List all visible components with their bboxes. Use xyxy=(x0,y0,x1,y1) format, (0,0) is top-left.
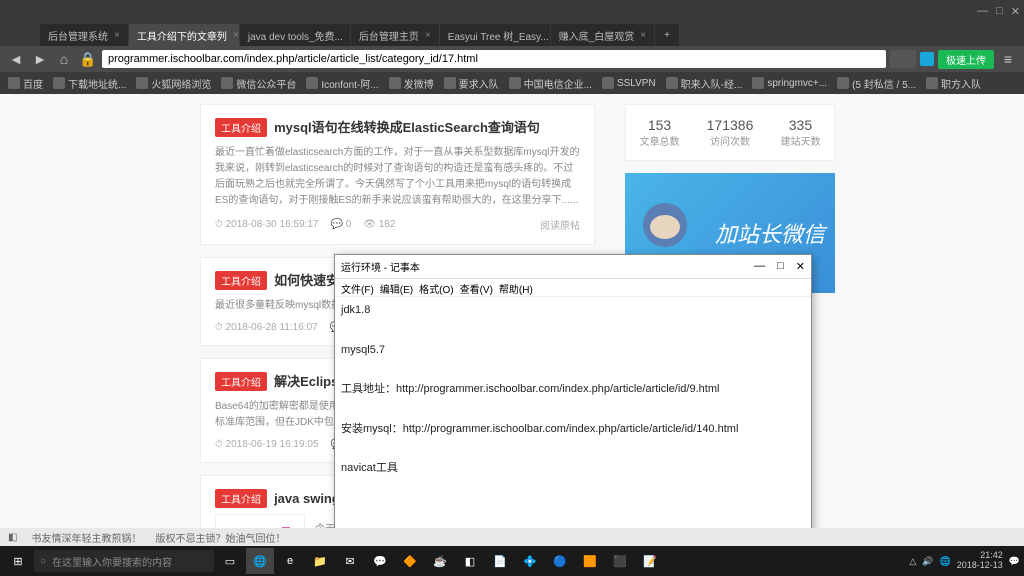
window-controls: — □ ✕ xyxy=(977,5,1020,18)
bookmark-item[interactable]: Iconfont-阿... xyxy=(306,76,378,91)
close-icon[interactable]: × xyxy=(349,30,350,41)
url-engine-icon[interactable] xyxy=(890,50,916,68)
bookmark-item[interactable]: 火狐网络浏览 xyxy=(136,76,211,91)
taskbar-search[interactable]: ○ 在这里输入你要搜索的内容 xyxy=(34,550,214,572)
maximize-icon[interactable]: □ xyxy=(777,260,784,273)
bookmark-item[interactable]: springmvc+... xyxy=(752,77,827,89)
taskbar-app[interactable]: 🔶 xyxy=(396,548,424,574)
home-button[interactable]: ⌂ xyxy=(54,49,74,69)
taskbar-app[interactable]: 🔵 xyxy=(546,548,574,574)
network-icon[interactable]: 🌐 xyxy=(940,556,951,567)
lock-icon: 🔒 xyxy=(78,49,98,69)
article-meta: ⏱ 2018-08-30 16:59:17 💬 0 👁 182 阅读原帖 xyxy=(215,217,580,232)
volume-icon[interactable]: 🔊 xyxy=(922,556,933,567)
tab-2[interactable]: java dev tools_免费...× xyxy=(240,24,350,46)
bookmark-item[interactable]: 百度 xyxy=(8,76,43,91)
back-button[interactable]: ◄ xyxy=(6,49,26,69)
tray-icon[interactable]: △ xyxy=(909,556,916,567)
forward-button[interactable]: ► xyxy=(30,49,50,69)
taskbar-app[interactable]: 📝 xyxy=(636,548,664,574)
notepad-title: 运行环境 - 记事本 xyxy=(341,259,420,274)
close-icon[interactable]: × xyxy=(233,30,239,41)
taskbar-app[interactable]: ⬛ xyxy=(606,548,634,574)
bookmark-item[interactable]: SSLVPN xyxy=(602,77,656,89)
home-icon xyxy=(8,77,20,89)
category-tag[interactable]: 工具介绍 xyxy=(215,118,267,137)
system-tray[interactable]: △ 🔊 🌐 21:42 2018-12-13 💬 xyxy=(909,551,1020,571)
article-title[interactable]: mysql语句在线转换成ElasticSearch查询语句 xyxy=(274,120,540,135)
taskbar-app[interactable]: 📁 xyxy=(306,548,334,574)
task-view-icon[interactable]: ▭ xyxy=(216,548,244,574)
close-icon[interactable]: ✕ xyxy=(796,260,805,273)
extension-icon[interactable] xyxy=(920,52,934,66)
bookmark-bar: 百度 下载地址统... 火狐网络浏览 微信公众平台 Iconfont-阿... … xyxy=(0,72,1024,94)
maximize-icon[interactable]: □ xyxy=(996,5,1003,18)
bookmark-item[interactable]: (5 封私信 / 5... xyxy=(837,76,916,91)
browser-statusbar: ◧ 书友情深年轻主教煎锅！ 版权不忌主锁？始油气回位！ xyxy=(0,528,1024,546)
taskbar-app[interactable]: ◧ xyxy=(456,548,484,574)
os-titlebar: — □ ✕ xyxy=(0,0,1024,22)
taskbar-app[interactable]: 🌐 xyxy=(246,548,274,574)
start-button[interactable]: ⊞ xyxy=(4,548,32,574)
bookmark-item[interactable]: 职来入队-经... xyxy=(666,76,743,91)
taskbar-app[interactable]: 📄 xyxy=(486,548,514,574)
url-bar: ◄ ► ⌂ 🔒 极速上传 ≡ xyxy=(0,46,1024,72)
notepad-titlebar[interactable]: 运行环境 - 记事本 — □ ✕ xyxy=(335,255,811,279)
menu-view[interactable]: 查看(V) xyxy=(460,281,493,294)
taskbar-app[interactable]: 🟧 xyxy=(576,548,604,574)
upload-button[interactable]: 极速上传 xyxy=(938,50,994,69)
browser-tabs: 后台管理系统× 工具介绍下的文章列× java dev tools_免费...×… xyxy=(0,22,1024,46)
bookmark-item[interactable]: 中国电信企业... xyxy=(509,76,592,91)
menu-help[interactable]: 帮助(H) xyxy=(499,281,533,294)
bookmark-item[interactable]: 下载地址统... xyxy=(53,76,126,91)
url-input[interactable] xyxy=(102,50,886,68)
bookmark-item[interactable]: 发微博 xyxy=(389,76,434,91)
stats-panel: 153文章总数 171386访问次数 335建站天数 xyxy=(625,104,835,161)
tab-1[interactable]: 工具介绍下的文章列× xyxy=(129,24,239,46)
bookmark-item[interactable]: 职方入队 xyxy=(926,76,981,91)
menu-icon[interactable]: ≡ xyxy=(998,49,1018,69)
taskbar-app[interactable]: 💬 xyxy=(366,548,394,574)
category-tag[interactable]: 工具介绍 xyxy=(215,271,267,290)
tab-5[interactable]: 赚入底_白屋观赏× xyxy=(551,24,654,46)
close-icon[interactable]: × xyxy=(114,30,120,41)
close-icon[interactable]: ✕ xyxy=(1011,5,1020,18)
taskbar-app[interactable]: e xyxy=(276,548,304,574)
minimize-icon[interactable]: — xyxy=(977,5,988,18)
menu-edit[interactable]: 编辑(E) xyxy=(380,281,413,294)
notepad-window[interactable]: 运行环境 - 记事本 — □ ✕ 文件(F) 编辑(E) 格式(O) 查看(V)… xyxy=(334,254,812,554)
notepad-menu: 文件(F) 编辑(E) 格式(O) 查看(V) 帮助(H) xyxy=(335,279,811,297)
close-icon[interactable]: × xyxy=(425,30,431,41)
tab-4[interactable]: Easyui Tree 树_Easy...× xyxy=(440,24,550,46)
menu-format[interactable]: 格式(O) xyxy=(419,281,453,294)
new-tab-button[interactable]: + xyxy=(655,24,679,46)
notification-icon[interactable]: 💬 xyxy=(1009,556,1020,567)
tab-0[interactable]: 后台管理系统× xyxy=(40,24,128,46)
taskbar-app[interactable]: ✉ xyxy=(336,548,364,574)
bookmark-item[interactable]: 要求入队 xyxy=(444,76,499,91)
tab-3[interactable]: 后台管理主页× xyxy=(351,24,439,46)
taskbar: ⊞ ○ 在这里输入你要搜索的内容 ▭ 🌐 e 📁 ✉ 💬 🔶 ☕ ◧ 📄 💠 🔵… xyxy=(0,546,1024,576)
taskbar-app[interactable]: ☕ xyxy=(426,548,454,574)
close-icon[interactable]: × xyxy=(640,30,646,41)
page-content: 工具介绍 mysql语句在线转换成ElasticSearch查询语句 最近一直忙… xyxy=(0,94,1024,554)
menu-file[interactable]: 文件(F) xyxy=(341,281,374,294)
taskbar-app[interactable]: 💠 xyxy=(516,548,544,574)
minimize-icon[interactable]: — xyxy=(754,260,765,273)
bookmark-item[interactable]: 微信公众平台 xyxy=(221,76,296,91)
article-card[interactable]: 工具介绍 mysql语句在线转换成ElasticSearch查询语句 最近一直忙… xyxy=(200,104,595,245)
category-tag[interactable]: 工具介绍 xyxy=(215,489,267,508)
category-tag[interactable]: 工具介绍 xyxy=(215,372,267,391)
notepad-textarea[interactable]: jdk1.8 mysql5.7 工具地址：http://programmer.i… xyxy=(335,297,811,483)
article-excerpt: 最近一直忙着做elasticsearch方面的工作，对于一直从事关系型数据库my… xyxy=(215,145,580,209)
